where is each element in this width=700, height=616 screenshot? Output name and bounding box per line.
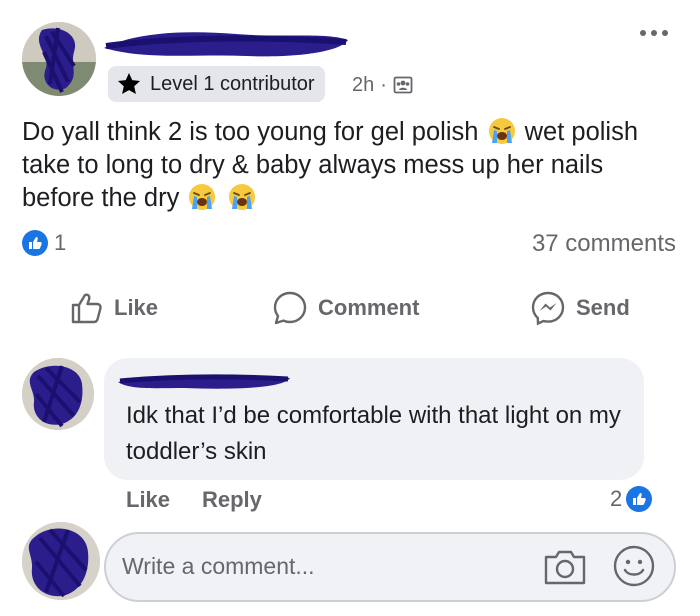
meta-separator: · xyxy=(380,73,387,96)
post-time[interactable]: 2h xyxy=(352,74,374,97)
comment-reply-button[interactable]: Reply xyxy=(202,487,262,513)
poster-avatar[interactable] xyxy=(22,22,96,96)
comment-input-placeholder: Write a comment... xyxy=(122,553,315,579)
comment-reaction-count: 2 xyxy=(610,486,623,511)
post-meta: 2h · xyxy=(352,70,413,100)
post-body: Do yall think 2 is too young for gel pol… xyxy=(22,116,682,215)
redacted-poster-name xyxy=(104,32,348,57)
comment-button[interactable]: Comment xyxy=(272,288,419,328)
comment-reactions[interactable]: 2 xyxy=(610,486,653,512)
comments-count-link[interactable]: 37 comments xyxy=(532,230,676,258)
group-audience-icon xyxy=(393,76,413,94)
comment-like-button[interactable]: Like xyxy=(126,487,170,513)
crying-face-emoji-icon xyxy=(228,184,255,210)
send-button-label: Send xyxy=(576,295,630,320)
post-reactions[interactable]: 1 xyxy=(22,230,66,256)
crying-face-emoji-icon xyxy=(189,184,216,210)
comment-text: Idk that I’d be comfortable with that li… xyxy=(126,402,621,465)
comment-bubble-icon xyxy=(273,291,307,325)
current-user-avatar[interactable] xyxy=(22,522,100,600)
send-button[interactable]: Send xyxy=(530,288,630,328)
redacted-commenter-name xyxy=(118,374,290,389)
post-text-part1: Do yall think 2 is too young for gel pol… xyxy=(22,118,479,146)
camera-icon[interactable] xyxy=(542,547,588,587)
thumbs-up-icon xyxy=(71,293,102,324)
like-reaction-icon xyxy=(22,230,48,256)
post-reaction-count: 1 xyxy=(54,230,67,255)
messenger-icon xyxy=(531,291,565,326)
commenter-avatar[interactable] xyxy=(22,358,94,430)
crying-face-emoji-icon xyxy=(488,118,515,144)
like-reaction-icon xyxy=(626,486,653,512)
badge-label: Level 1 contributor xyxy=(150,72,315,95)
contributor-badge[interactable]: Level 1 contributor xyxy=(108,66,325,102)
more-options-icon[interactable] xyxy=(640,26,676,40)
comment-button-label: Comment xyxy=(318,295,420,320)
star-icon xyxy=(117,72,141,94)
like-button[interactable]: Like xyxy=(70,288,158,328)
emoji-smile-icon[interactable] xyxy=(612,544,656,588)
like-button-label: Like xyxy=(114,295,159,320)
